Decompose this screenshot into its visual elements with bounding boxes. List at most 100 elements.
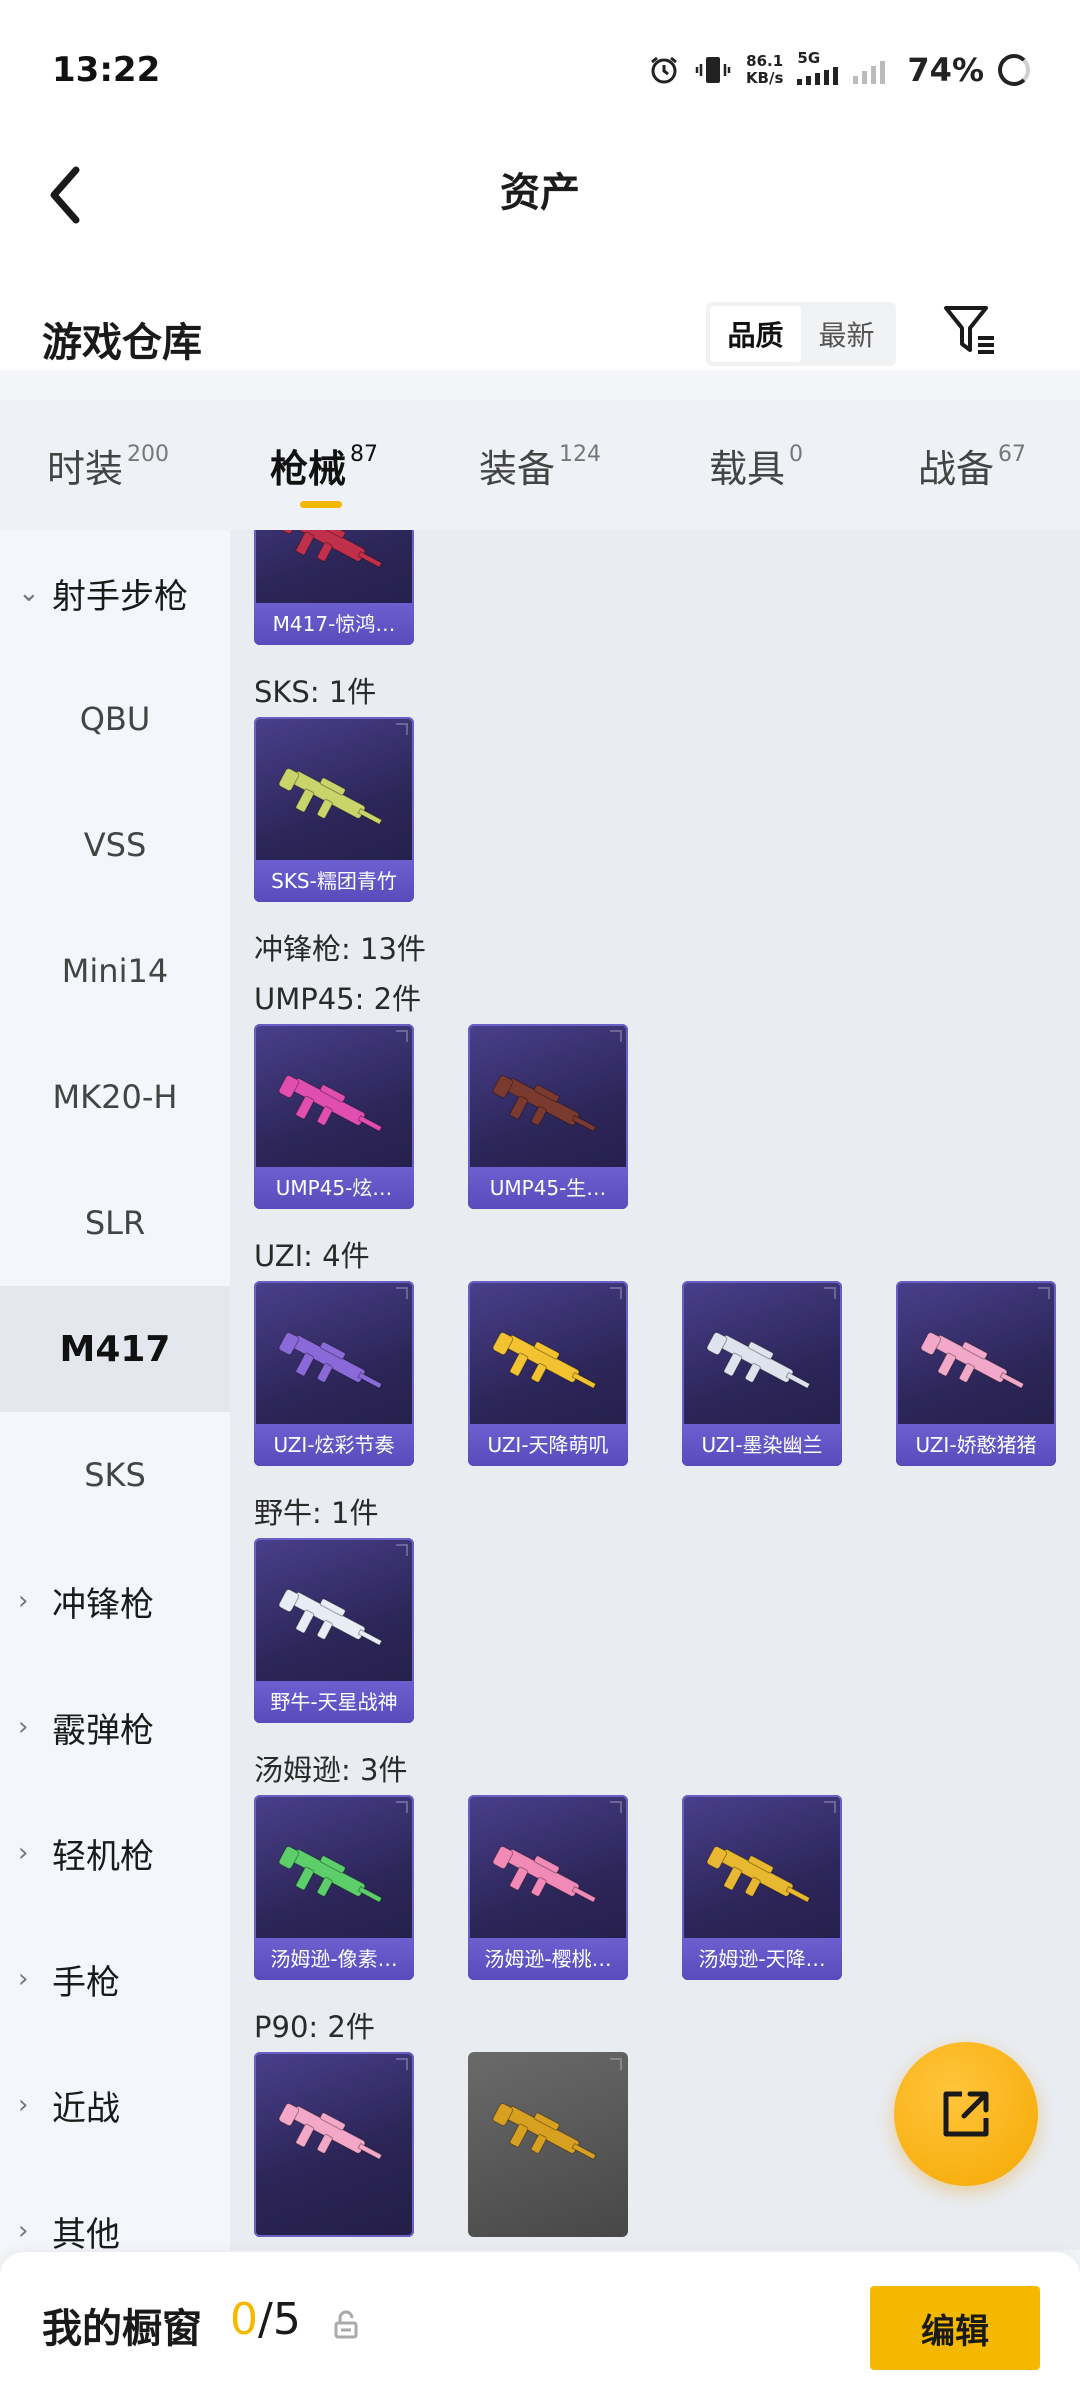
tab-label: 时装 [46, 446, 123, 491]
card-corner-decoration [396, 1287, 408, 1299]
header: 资产 游戏仓库 品质 最新 [0, 140, 1080, 370]
filter-icon[interactable] [940, 300, 1000, 360]
lock-icon [334, 2310, 358, 2339]
weapon-skin-name: UMP45-炫… [254, 1167, 414, 1209]
tab-count: 87 [350, 441, 378, 467]
sidebar-item-label: 手枪 [52, 1962, 120, 2003]
tab-count: 67 [998, 441, 1026, 467]
gun-skin-icon [492, 2102, 597, 2160]
weapon-skin-card[interactable]: UMP45-炫… [254, 1024, 414, 1209]
weapon-skin-card[interactable]: M417-惊鸿… [254, 530, 414, 645]
sidebar-group[interactable]: › 其他 [0, 2168, 230, 2251]
card-corner-decoration [824, 1287, 836, 1299]
sidebar-group[interactable]: › 冲锋枪 [0, 1538, 230, 1664]
tab-vehicles[interactable]: 载具 0 [648, 400, 864, 530]
tab-fashion[interactable]: 时装 200 [0, 400, 216, 530]
weapon-skin-card[interactable] [254, 2052, 414, 2237]
tab-equipment[interactable]: 装备 124 [432, 400, 648, 530]
sidebar-group[interactable]: › 霰弹枪 [0, 1664, 230, 1790]
tab-count: 124 [559, 441, 601, 467]
sidebar-item-label: MK20-H [52, 1078, 178, 1116]
weapon-skin-card[interactable]: UZI-天降萌叽 [468, 1281, 628, 1466]
weapon-skin-name: UMP45-生… [468, 1167, 628, 1209]
weapon-skin-card[interactable]: UMP45-生… [468, 1024, 628, 1209]
tab-count: 200 [127, 441, 169, 467]
alarm-icon [651, 56, 677, 83]
sidebar-group[interactable]: › 近战 [0, 2042, 230, 2168]
chevron-right-icon: › [18, 1838, 29, 1868]
weapon-skin-card[interactable]: 汤姆逊-天降… [682, 1795, 842, 1980]
chevron-right-icon: › [18, 2216, 29, 2246]
weapon-grid: SKS-糯团青竹 [254, 717, 1080, 902]
sidebar-group[interactable]: › 轻机枪 [0, 1790, 230, 1916]
weapon-group-heading: UZI: 4件 [254, 1239, 370, 1273]
card-corner-decoration [1038, 1287, 1050, 1299]
sidebar-item[interactable]: SKS [0, 1412, 230, 1538]
sidebar-group[interactable]: › 手枪 [0, 1916, 230, 2042]
card-corner-decoration [396, 1030, 408, 1042]
showcase-max: 5 [272, 2294, 301, 2345]
sort-quality-option[interactable]: 品质 [710, 306, 801, 362]
weapon-group-heading: 冲锋枪: 13件 [254, 932, 426, 966]
chevron-right-icon: › [18, 1964, 29, 1994]
active-tab-indicator [300, 501, 342, 508]
weapon-skin-name: SKS-糯团青竹 [254, 860, 414, 902]
sidebar-item[interactable]: SLR [0, 1160, 230, 1286]
weapon-skin-card[interactable] [468, 2052, 628, 2237]
weapon-skin-card[interactable]: 汤姆逊-像素… [254, 1795, 414, 1980]
card-corner-decoration [824, 1801, 836, 1813]
sidebar-group[interactable]: ⌄ 射手步枪 [0, 530, 230, 656]
weapon-skin-name: UZI-天降萌叽 [468, 1424, 628, 1466]
sidebar-item-label: 近战 [52, 2088, 120, 2129]
weapon-list-inner: M417-惊鸿… SKS: 1件 SKS-糯团青竹 冲锋枪: 13件 UMP45: 2件… [254, 530, 1080, 2250]
gun-skin-icon [278, 1074, 383, 1132]
network-type: 5G [797, 50, 839, 89]
sidebar-item[interactable]: VSS [0, 782, 230, 908]
weapon-skin-name: UZI-娇憨猪猪 [896, 1424, 1056, 1466]
status-icons: 86.1 KB/s 5G 74% [648, 50, 1030, 89]
weapon-skin-card[interactable]: 汤姆逊-樱桃… [468, 1795, 628, 1980]
sidebar-item[interactable]: MK20-H [0, 1034, 230, 1160]
showcase-label: 我的橱窗 [42, 2306, 202, 2352]
share-button[interactable] [894, 2042, 1038, 2186]
sidebar-item[interactable]: M417 [0, 1286, 230, 1412]
weapon-skin-card[interactable]: 野牛-天星战神 [254, 1538, 414, 1723]
weapon-grid: M417-惊鸿… [254, 530, 1080, 645]
sidebar-item-label: 轻机枪 [52, 1836, 154, 1877]
gun-skin-icon [920, 1331, 1025, 1389]
weapon-skin-name: 汤姆逊-天降… [682, 1938, 842, 1980]
card-corner-decoration [396, 1544, 408, 1556]
tab-label: 装备 [478, 446, 555, 491]
sort-latest-option[interactable]: 最新 [801, 306, 892, 362]
weapon-group-heading: SKS: 1件 [254, 675, 377, 709]
gun-skin-icon [278, 1331, 383, 1389]
weapon-skin-name: 野牛-天星战神 [254, 1681, 414, 1723]
weapon-grid: UZI-炫彩节奏 UZI-天降萌叽 UZI-墨染幽兰 UZI-娇憨猪猪 [254, 1281, 1080, 1466]
weapon-skin-card[interactable]: SKS-糯团青竹 [254, 717, 414, 902]
gun-skin-icon [278, 1588, 383, 1646]
tab-combat-supplies[interactable]: 战备 67 [864, 400, 1080, 530]
weapon-skin-card[interactable]: UZI-墨染幽兰 [682, 1281, 842, 1466]
edit-button[interactable]: 编辑 [870, 2286, 1040, 2370]
tab-label: 战备 [917, 446, 994, 491]
share-icon [943, 2091, 989, 2137]
showcase-bar: 我的橱窗 0/5 编辑 [0, 2252, 1080, 2400]
showcase-counter: 0/5 [230, 2294, 301, 2345]
signal-strong-icon [797, 67, 839, 85]
sidebar-item-label: SKS [84, 1456, 146, 1494]
category-tabs: 时装 200 枪械 87 装备 124 载具 0 战备 67 [0, 400, 1080, 530]
weapon-skin-name: M417-惊鸿… [254, 603, 414, 645]
sidebar-item[interactable]: Mini14 [0, 908, 230, 1034]
card-corner-decoration [610, 2058, 622, 2070]
net-speed: 86.1 KB/s [746, 52, 783, 87]
tab-count: 0 [789, 441, 803, 467]
showcase-separator: / [258, 2294, 273, 2345]
weapon-grid: 野牛-天星战神 [254, 1538, 1080, 1723]
sidebar-item[interactable]: QBU [0, 656, 230, 782]
weapon-skin-card[interactable]: UZI-炫彩节奏 [254, 1281, 414, 1466]
weapon-group-heading: 汤姆逊: 3件 [254, 1753, 408, 1787]
gun-skin-icon [278, 1845, 383, 1903]
card-corner-decoration [610, 1030, 622, 1042]
tab-firearms[interactable]: 枪械 87 [216, 400, 432, 530]
weapon-skin-card[interactable]: UZI-娇憨猪猪 [896, 1281, 1056, 1466]
